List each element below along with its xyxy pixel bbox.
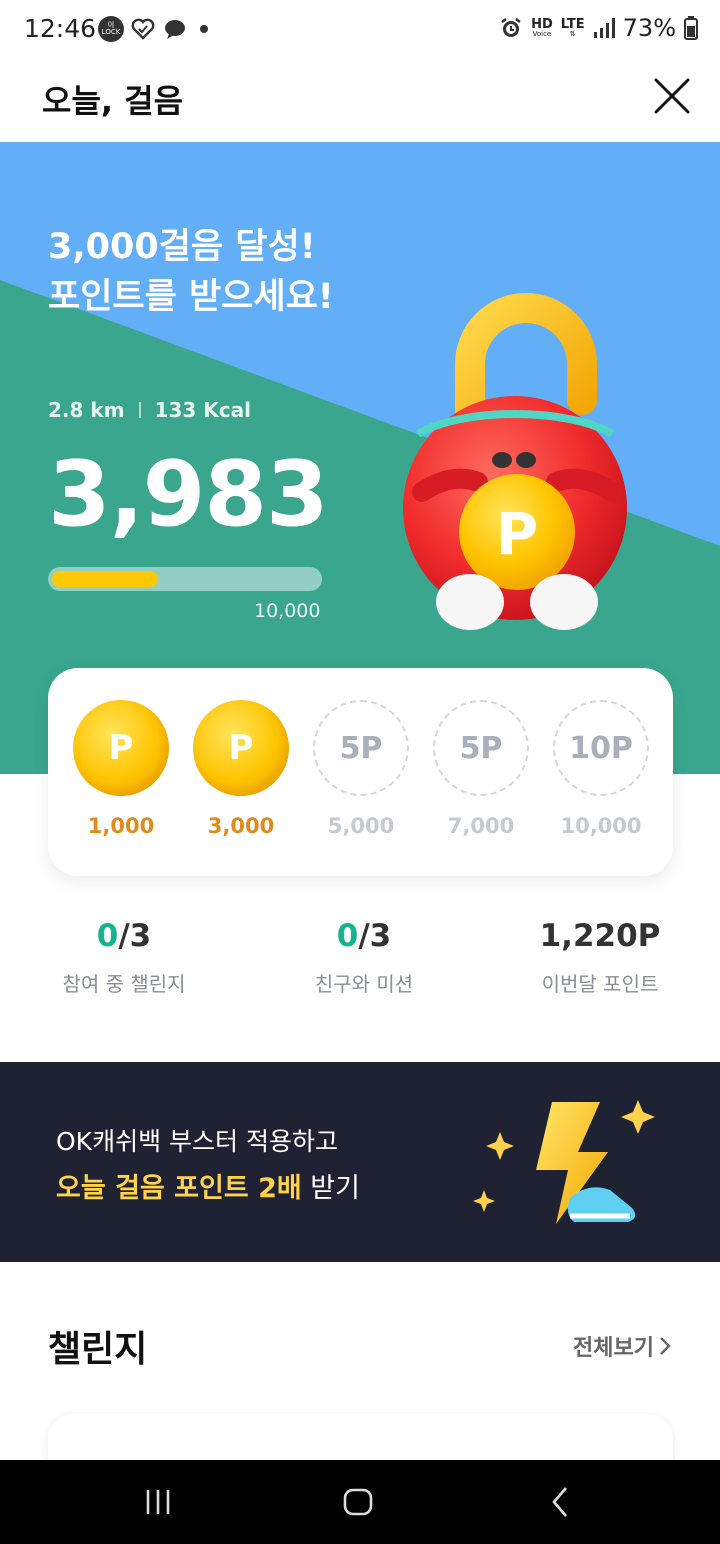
distance-calories: 2.8 km 133 Kcal: [48, 398, 251, 422]
stats-divider: [138, 402, 141, 418]
lightning-shoe-illustration: [473, 1100, 655, 1224]
point-slot-icon: 5P: [433, 700, 529, 796]
page-title: 오늘, 걸음: [42, 82, 184, 120]
battery-percent: 73%: [622, 14, 676, 42]
monthly-points-label: 이번달 포인트: [541, 972, 659, 996]
home-button[interactable]: [338, 1482, 378, 1522]
chevron-right-icon: [660, 1337, 671, 1355]
back-icon: [552, 1487, 567, 1517]
lock-app-icon: 이 LOCK: [98, 16, 124, 42]
app-header: 오늘, 걸음: [0, 62, 720, 142]
alarm-icon: [501, 18, 521, 37]
lock-mascot-illustration: P: [403, 293, 627, 630]
system-nav-bar: [0, 1460, 720, 1544]
reward-step-label: 7,000: [447, 814, 515, 838]
reward-step-label: 3,000: [207, 814, 275, 838]
calories-value: 133 Kcal: [154, 398, 251, 422]
step-progress-bar: [48, 567, 322, 591]
monthly-points-stat[interactable]: 1,220P 이번달 포인트: [490, 918, 710, 997]
friends-mission-stat[interactable]: 0/3 친구와 미션: [254, 918, 474, 997]
heart-shield-icon: [130, 16, 156, 42]
challenges-count: 0/3: [96, 918, 152, 954]
banner-line1: OK캐쉬백 부스터 적용하고: [56, 1127, 338, 1156]
point-slot-icon: 10P: [553, 700, 649, 796]
friends-mission-label: 친구와 미션: [314, 972, 414, 996]
hero-headline: 3,000걸음 달성! 포인트를 받으세요!: [48, 227, 334, 317]
point-coin-icon: P: [73, 700, 169, 796]
see-all-label: 전체보기: [573, 1336, 654, 1361]
monthly-points-value: 1,220P: [539, 918, 661, 954]
point-coin-icon: P: [193, 700, 289, 796]
reward-milestone[interactable]: P 3,000: [193, 700, 289, 850]
close-button[interactable]: [652, 76, 692, 116]
reward-milestone[interactable]: 10P 10,000: [553, 700, 649, 850]
challenge-section-title: 챌린지: [48, 1329, 148, 1370]
hd-voice-icon: HD Voice: [531, 17, 553, 38]
reward-milestones-card: P 1,000 P 3,000 5P 5,000 5P 7,000 10P 10,000: [48, 668, 673, 876]
step-goal: 10,000: [254, 600, 321, 622]
recent-apps-icon: [146, 1490, 170, 1514]
lte-icon: LTE ⇅: [560, 17, 585, 38]
distance-value: 2.8 km: [48, 398, 125, 422]
step-progress-fill: [52, 571, 158, 587]
point-slot-icon: 5P: [313, 700, 409, 796]
close-icon: [654, 78, 690, 114]
friends-mission-count: 0/3: [336, 918, 392, 954]
reward-step-label: 5,000: [327, 814, 395, 838]
banner-line2: 오늘 걸음 포인트 2배 받기: [56, 1173, 360, 1204]
booster-banner[interactable]: OK캐쉬백 부스터 적용하고 오늘 걸음 포인트 2배 받기: [0, 1062, 720, 1262]
challenges-stat[interactable]: 0/3 참여 중 챌린지: [14, 918, 234, 997]
more-notifications-dot: [200, 25, 208, 33]
notification-icons: 이 LOCK: [98, 16, 208, 42]
reward-step-label: 10,000: [560, 814, 642, 838]
challenges-label: 참여 중 챌린지: [62, 972, 186, 996]
reward-milestone[interactable]: P 1,000: [73, 700, 169, 850]
summary-stats: 0/3 참여 중 챌린지 0/3 친구와 미션 1,220P 이번달 포인트: [0, 918, 720, 1018]
mascot-coin-letter: P: [496, 500, 539, 568]
status-bar: 12:46 이 LOCK HD Voice LTE ⇅ 73%: [0, 0, 720, 62]
reward-milestone[interactable]: 5P 7,000: [433, 700, 529, 850]
home-icon: [343, 1488, 373, 1516]
status-right-icons: HD Voice LTE ⇅ 73%: [499, 14, 698, 42]
see-all-link[interactable]: 전체보기: [573, 1330, 672, 1362]
chat-bubble-icon: [162, 16, 188, 42]
reward-step-label: 1,000: [87, 814, 155, 838]
back-button[interactable]: [540, 1482, 580, 1522]
recent-apps-button[interactable]: [138, 1482, 178, 1522]
battery-icon: [684, 16, 698, 40]
status-time: 12:46: [24, 14, 97, 43]
signal-icon: [593, 18, 615, 38]
reward-milestone[interactable]: 5P 5,000: [313, 700, 409, 850]
step-count: 3,983: [48, 442, 329, 547]
